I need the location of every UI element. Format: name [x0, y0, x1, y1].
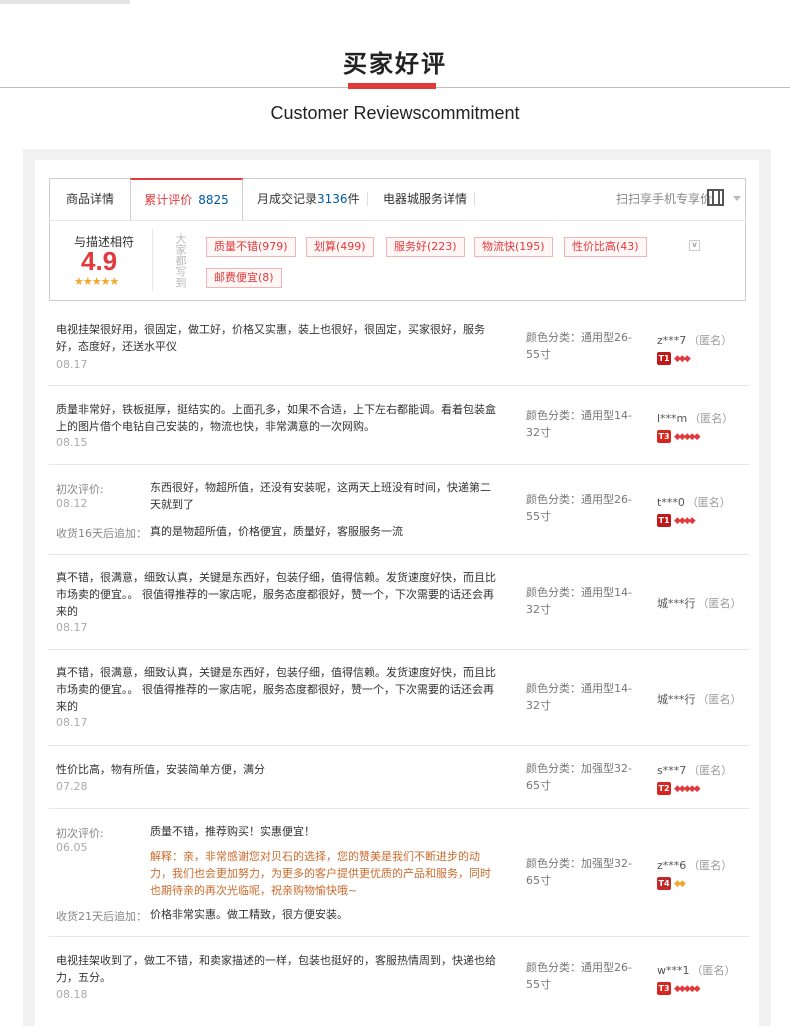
- review-text: 电视挂架收到了，做工不错，和卖家描述的一样，包装也挺好的，客服热情周到，快递也给…: [56, 954, 496, 984]
- qr-code-icon[interactable]: [707, 189, 724, 206]
- review-item: 性价比高，物有所值，安装简单方便，满分 07.28 颜色分类：加强型32-65寸…: [49, 746, 749, 809]
- review-date: 08.15: [56, 436, 88, 449]
- review-item: 真不错，很满意，细致认真，关键是东西好，包装仔细，值得信赖。发货速度好快，而且比…: [49, 650, 749, 746]
- review-spec: 颜色分类：通用型26-55寸: [526, 493, 632, 523]
- review-item: 电视挂架收到了，做工不错，和卖家描述的一样，包装也挺好的，客服热情周到，快递也给…: [49, 937, 749, 1026]
- review-date: 07.28: [56, 780, 88, 793]
- level-gems-icon: ◆◆◆◆◆: [674, 431, 701, 442]
- followup-label: 收货16天后追加：: [56, 527, 147, 540]
- title-accent-bar: [348, 83, 436, 89]
- review-tag[interactable]: 邮费便宜(8): [206, 268, 282, 288]
- section-subtitle: Customer Reviewscommitment: [270, 103, 520, 123]
- tab-cumulative-label: 累计评价: [144, 193, 193, 207]
- chevron-down-icon[interactable]: [733, 196, 741, 201]
- review-item: 初次评价: 质量不错，推荐购买！实惠便宜！ 06.05 解释：亲，非常感谢您对贝…: [49, 809, 749, 937]
- review-tag[interactable]: 物流快(195): [474, 237, 553, 257]
- review-item: 电视挂架很好用，很固定，做工好，价格又实惠，装上也很好，很固定，买家很好，服务好…: [49, 310, 749, 386]
- reviewer-level: T1 ◆◆◆◆: [657, 510, 696, 527]
- review-spec: 颜色分类：通用型14-32寸: [526, 682, 632, 712]
- level-gems-icon: ◆◆◆◆◆: [674, 983, 701, 994]
- reviewer-name: w***1 （匿名）: [657, 964, 736, 977]
- reviewer-name: s***7 （匿名）: [657, 764, 733, 777]
- monthly-count: 3136: [317, 192, 348, 206]
- review-count: 8825: [198, 193, 229, 207]
- reviewer-name: z***6 （匿名）: [657, 859, 733, 872]
- reviewer-name: l***m （匿名）: [657, 412, 734, 425]
- tab-product-detail[interactable]: 商品详情: [66, 179, 114, 220]
- review-item: 真不错，很满意，细致认真，关键是东西好，包装仔细，值得信赖。发货速度好快，而且比…: [49, 555, 749, 650]
- reviewer-name: t***0 （匿名）: [657, 496, 731, 509]
- level-gems-icon: ◆◆◆: [674, 353, 691, 364]
- review-date: 08.17: [56, 716, 88, 729]
- reviewer-level: T2 ◆◆◆◆◆: [657, 778, 701, 795]
- summary-divider: [152, 229, 153, 291]
- review-text: 电视挂架很好用，很固定，做工好，价格又实惠，装上也很好，很固定，买家很好，服务好…: [56, 323, 485, 353]
- tab-monthly-sales[interactable]: 月成交记录3136件: [257, 179, 360, 220]
- review-item: 初次评价: 东西很好，物超所值，还没有安装呢，这两天上班没有时间，快递第二天就到…: [49, 465, 749, 555]
- monthly-suffix: 件: [347, 192, 360, 206]
- reviewer-level: T3 ◆◆◆◆◆: [657, 426, 701, 443]
- level-gems-icon: ◆◆◆◆◆: [674, 783, 701, 794]
- level-gems-icon: ◆◆◆◆: [674, 515, 696, 526]
- review-item: 质量非常好，铁板挺厚，挺结实的。上面孔多，如果不合适，上下左右都能调。看着包装盒…: [49, 386, 749, 465]
- review-tag[interactable]: 质量不错(979): [206, 237, 296, 257]
- review-tag[interactable]: 划算(499): [306, 237, 374, 257]
- tab-service-detail[interactable]: 电器城服务详情: [383, 179, 467, 220]
- review-text: 真不错，很满意，细致认真，关键是东西好，包装仔细，值得信赖。发货速度好快，而且比…: [56, 666, 496, 713]
- section-title: 买家好评: [343, 50, 447, 78]
- review-text: 东西很好，物超所值，还没有安装呢，这两天上班没有时间，快递第二天就到了: [150, 481, 491, 511]
- review-spec: 颜色分类：加强型32-65寸: [526, 857, 632, 887]
- initial-review-label: 初次评价:: [56, 827, 104, 840]
- review-spec: 颜色分类：通用型14-32寸: [526, 586, 632, 616]
- review-spec: 颜色分类：加强型32-65寸: [526, 762, 632, 792]
- reviewer-name: z***7 （匿名）: [657, 334, 733, 347]
- reviewer-name: 城***行 （匿名）: [657, 597, 742, 610]
- followup-text: 真的是物超所值，价格便宜，质量好，客服服务一流: [150, 525, 403, 538]
- tab-cumulative-reviews[interactable]: 累计评价 8825: [130, 178, 243, 221]
- review-date: 08.12: [56, 497, 88, 510]
- level-badge-icon: T1: [657, 514, 671, 527]
- review-tag[interactable]: 性价比高(43): [564, 237, 647, 257]
- review-spec: 颜色分类：通用型26-55寸: [526, 961, 632, 991]
- review-text: 真不错，很满意，细致认真，关键是东西好，包装仔细，值得信赖。发货速度好快，而且比…: [56, 571, 496, 618]
- monthly-prefix: 月成交记录: [257, 192, 318, 206]
- review-text: 性价比高，物有所值，安装简单方便，满分: [56, 763, 265, 776]
- level-badge-icon: T2: [657, 782, 671, 795]
- initial-review-label: 初次评价:: [56, 483, 104, 496]
- review-tag[interactable]: 服务好(223): [386, 237, 465, 257]
- reviewer-level: T3 ◆◆◆◆◆: [657, 978, 701, 995]
- rating-score: 4.9: [81, 246, 118, 276]
- mobile-price-link[interactable]: 扫扫享手机专享价: [616, 179, 712, 220]
- rating-summary: 与描述相符 4.9 ★★★★★ 大家都写到 质量不错(979) 划算(499) …: [49, 220, 746, 301]
- reviewer-level: T1 ◆◆◆: [657, 348, 691, 365]
- top-divider: [0, 0, 130, 4]
- review-spec: 颜色分类：通用型26-55寸: [526, 331, 632, 361]
- review-date: 08.17: [56, 358, 88, 371]
- level-gems-icon: ◆◆: [674, 878, 686, 889]
- review-text: 质量不错，推荐购买！实惠便宜！: [150, 825, 315, 838]
- review-date: 08.17: [56, 621, 88, 634]
- level-badge-icon: T1: [657, 352, 671, 365]
- tab-separator: [367, 192, 368, 206]
- followup-text: 价格非常实惠。做工精致，很方便安装。: [150, 908, 348, 921]
- level-badge-icon: T3: [657, 430, 671, 443]
- level-badge-icon: T4: [657, 877, 671, 890]
- review-date: 08.18: [56, 988, 88, 1001]
- level-badge-icon: T3: [657, 982, 671, 995]
- review-text: 质量非常好，铁板挺厚，挺结实的。上面孔多，如果不合适，上下左右都能调。看着包装盒…: [56, 403, 496, 433]
- followup-label: 收货21天后追加：: [56, 910, 147, 923]
- reviewer-level: T4 ◆◆: [657, 873, 686, 890]
- seller-reply: 解释：亲，非常感谢您对贝石的选择，您的赞美是我们不断进步的动力，我们也会更加努力…: [150, 850, 491, 897]
- tags-heading: 大家都写到: [174, 233, 187, 288]
- expand-tags-icon[interactable]: v: [689, 240, 700, 251]
- review-spec: 颜色分类：通用型14-32寸: [526, 409, 632, 439]
- tab-separator: [474, 192, 475, 206]
- review-tabs: 商品详情 累计评价 8825 月成交记录3136件 电器城服务详情 扫扫享手机专享…: [49, 178, 746, 221]
- rating-stars-icon: ★★★★★: [74, 275, 119, 288]
- review-date: 06.05: [56, 841, 88, 854]
- reviewer-name: 城***行 （匿名）: [657, 693, 742, 706]
